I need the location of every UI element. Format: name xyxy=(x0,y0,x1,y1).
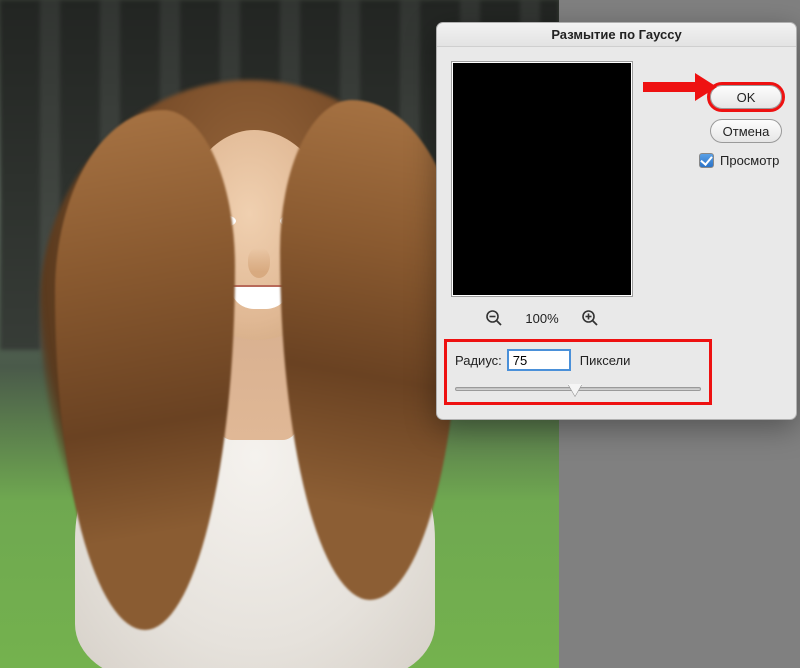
ok-button-label: OK xyxy=(737,90,756,105)
radius-row: Радиус: Пиксели xyxy=(455,348,701,372)
zoom-level: 100% xyxy=(525,311,558,326)
slider-thumb[interactable] xyxy=(568,384,582,396)
radius-units: Пиксели xyxy=(580,353,631,368)
ok-button[interactable]: OK xyxy=(710,85,782,109)
dialog-title-text: Размытие по Гауссу xyxy=(551,27,681,42)
gaussian-blur-dialog: Размытие по Гауссу 100% Радиус: Пиксели xyxy=(436,22,797,420)
zoom-out-icon[interactable] xyxy=(485,309,503,327)
dialog-body: 100% Радиус: Пиксели OK Отмена П xyxy=(437,47,796,419)
radius-slider[interactable] xyxy=(455,382,701,396)
radius-label: Радиус: xyxy=(455,353,502,368)
radius-section-highlight: Радиус: Пиксели xyxy=(444,339,712,405)
zoom-in-icon[interactable] xyxy=(581,309,599,327)
filter-preview[interactable] xyxy=(451,61,633,297)
radius-input[interactable] xyxy=(508,350,570,370)
photo-subject-nose xyxy=(248,248,270,278)
preview-checkbox[interactable] xyxy=(699,153,714,168)
preview-checkbox-row: Просмотр xyxy=(699,153,793,168)
zoom-controls: 100% xyxy=(451,305,633,331)
cancel-button-label: Отмена xyxy=(723,124,770,139)
dialog-title: Размытие по Гауссу xyxy=(437,23,796,47)
cancel-button[interactable]: Отмена xyxy=(710,119,782,143)
preview-checkbox-label: Просмотр xyxy=(720,153,779,168)
